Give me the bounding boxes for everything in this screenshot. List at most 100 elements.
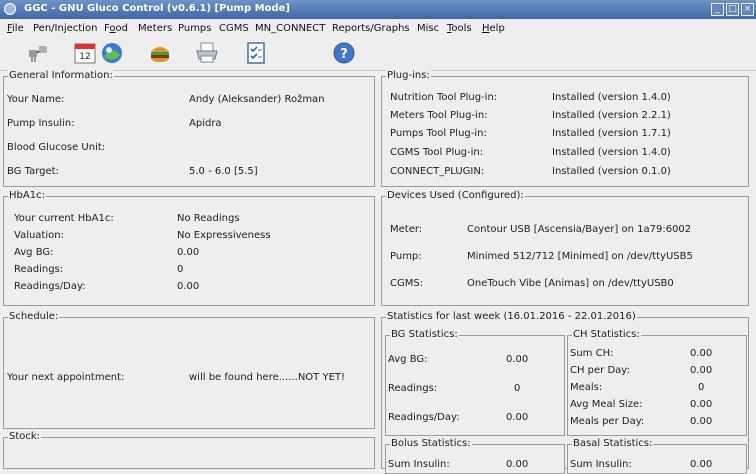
plugins-panel: Plug-ins: Nutrition Tool Plug-in: Instal… (381, 70, 749, 187)
app-icon (4, 3, 16, 15)
device-label: CGMS: (390, 278, 424, 289)
bg-stat-label: Readings: (388, 383, 438, 394)
menu-pumps[interactable]: Pumps (178, 23, 212, 34)
menu-bar: File Pen/Injection Food Meters Pumps CGM… (0, 19, 756, 37)
bg-statistics-panel: BG Statistics: Avg BG: 0.00 Readings: 0 … (385, 329, 565, 436)
close-button[interactable]: × (741, 3, 754, 16)
general-value: Andy (Aleksander) Rožman (189, 94, 325, 105)
basal-statistics-title: Basal Statistics: (572, 438, 654, 449)
title-bar: GGC - GNU Gluco Control (v0.6.1) [Pump M… (0, 0, 756, 19)
calendar-icon: 12 (74, 43, 96, 64)
general-information-title: General Information: (8, 70, 114, 81)
bolus-statistics-title: Bolus Statistics: (390, 438, 472, 449)
hba1c-value: 0.00 (177, 247, 200, 258)
hba1c-label: Avg BG: (14, 247, 54, 258)
menu-mn-connect[interactable]: MN_CONNECT (255, 23, 325, 34)
ch-statistics-title: CH Statistics: (572, 329, 641, 340)
general-value: 5.0 - 6.0 [5.5] (189, 166, 258, 177)
hba1c-label: Valuation: (14, 230, 64, 241)
blood-glucose-button[interactable] (100, 41, 124, 65)
bolus-stat-value: 0.00 (506, 459, 529, 470)
connect-button[interactable] (26, 41, 50, 65)
general-label: Blood Glucose Unit: (7, 142, 106, 153)
plugin-name: Pumps Tool Plug-in: (390, 128, 487, 139)
menu-reports-graphs[interactable]: Reports/Graphs (332, 23, 410, 34)
menu-meters[interactable]: Meters (138, 23, 172, 34)
checklist-icon (247, 42, 265, 64)
ch-stat-value: 0.00 (690, 399, 713, 410)
plugin-status: Installed (version 1.7.1) (552, 128, 671, 139)
bolus-stat-label: Sum Insulin: (388, 459, 450, 470)
menu-tools[interactable]: Tools (447, 23, 472, 34)
stock-panel: Stock: (3, 431, 375, 469)
plugins-title: Plug-ins: (386, 70, 431, 81)
ch-stat-value: 0.00 (690, 348, 713, 359)
plugin-status: Installed (version 1.4.0) (552, 147, 671, 158)
bg-stat-label: Readings/Day: (388, 412, 460, 423)
device-value: Minimed 512/712 [Minimed] on /dev/ttyUSB… (467, 251, 693, 262)
schedule-title: Schedule: (8, 311, 60, 322)
menu-food[interactable]: Food (104, 23, 128, 34)
ch-stat-value: 0 (698, 382, 705, 393)
hba1c-title: HbA1c: (8, 190, 46, 201)
ch-statistics-panel: CH Statistics: Sum CH: 0.00 CH per Day: … (567, 329, 747, 436)
hba1c-panel: HbA1c: Your current HbA1c: No Readings V… (3, 190, 375, 306)
general-label: Pump Insulin: (7, 118, 75, 129)
hba1c-value: No Expressiveness (177, 230, 271, 241)
window-title: GGC - GNU Gluco Control (v0.6.1) [Pump M… (24, 3, 290, 14)
general-value: Apidra (189, 118, 222, 129)
device-label: Meter: (390, 224, 423, 235)
printer-icon (196, 42, 218, 63)
plugin-name: Nutrition Tool Plug-in: (390, 92, 498, 103)
plugin-status: Installed (version 2.2.1) (552, 110, 671, 121)
hba1c-label: Your current HbA1c: (14, 213, 114, 224)
menu-cgms[interactable]: CGMS (219, 23, 249, 34)
print-button[interactable] (195, 41, 219, 65)
hba1c-value: 0.00 (177, 281, 200, 292)
plugin-name: CONNECT_PLUGIN: (390, 166, 485, 177)
ch-stat-label: Meals: (570, 382, 603, 393)
menu-misc[interactable]: Misc (417, 23, 439, 34)
food-button[interactable] (148, 41, 172, 65)
hba1c-label: Readings: (14, 264, 64, 275)
device-label: Pump: (390, 251, 422, 262)
calendar-day-label: 12 (79, 52, 90, 62)
statistics-panel: Statistics for last week (16.01.2016 - 2… (381, 311, 749, 474)
statistics-title: Statistics for last week (16.01.2016 - 2… (386, 311, 637, 322)
bg-stat-label: Avg BG: (388, 354, 428, 365)
menu-help[interactable]: Help (482, 23, 505, 34)
schedule-panel: Schedule: Your next appointment: will be… (3, 311, 375, 429)
help-button[interactable]: ? (332, 41, 356, 65)
device-value: Contour USB [Ascensia/Bayer] on 1a79:600… (467, 224, 692, 235)
stock-title: Stock: (8, 431, 42, 442)
bg-stat-value: 0.00 (506, 412, 529, 423)
checklist-button[interactable] (244, 41, 268, 65)
ch-stat-label: Avg Meal Size: (570, 399, 643, 410)
bg-statistics-title: BG Statistics: (390, 329, 459, 340)
help-glyph: ? (340, 47, 348, 62)
plugin-name: CGMS Tool Plug-in: (390, 147, 484, 158)
basal-statistics-panel: Basal Statistics: Sum Insulin: 0.00 (567, 438, 747, 474)
food-icon (151, 47, 169, 62)
toolbar: 12 ? (0, 37, 756, 71)
devices-panel: Devices Used (Configured): Meter: Contou… (381, 190, 749, 306)
plugin-name: Meters Tool Plug-in: (390, 110, 488, 121)
menu-pen-injection[interactable]: Pen/Injection (33, 23, 97, 34)
basal-stat-label: Sum Insulin: (570, 459, 632, 470)
menu-file[interactable]: File (7, 23, 24, 34)
bg-stat-value: 0 (514, 383, 521, 394)
plugin-status: Installed (version 0.1.0) (552, 166, 671, 177)
connect-icon (29, 46, 47, 62)
calendar-button[interactable]: 12 (73, 41, 97, 65)
general-label: BG Target: (7, 166, 59, 177)
ch-stat-value: 0.00 (690, 365, 713, 376)
maximize-button[interactable]: □ (726, 3, 739, 16)
general-information-panel: General Information: Your Name: Andy (Al… (3, 70, 375, 187)
appointment-value: will be found here......NOT YET! (189, 372, 346, 383)
ch-stat-label: Sum CH: (570, 348, 614, 359)
ch-stat-value: 0.00 (690, 416, 713, 427)
minimize-button[interactable]: _ (711, 3, 724, 16)
hba1c-label: Readings/Day: (14, 281, 86, 292)
bolus-statistics-panel: Bolus Statistics: Sum Insulin: 0.00 (385, 438, 565, 474)
basal-stat-value: 0.00 (690, 459, 713, 470)
